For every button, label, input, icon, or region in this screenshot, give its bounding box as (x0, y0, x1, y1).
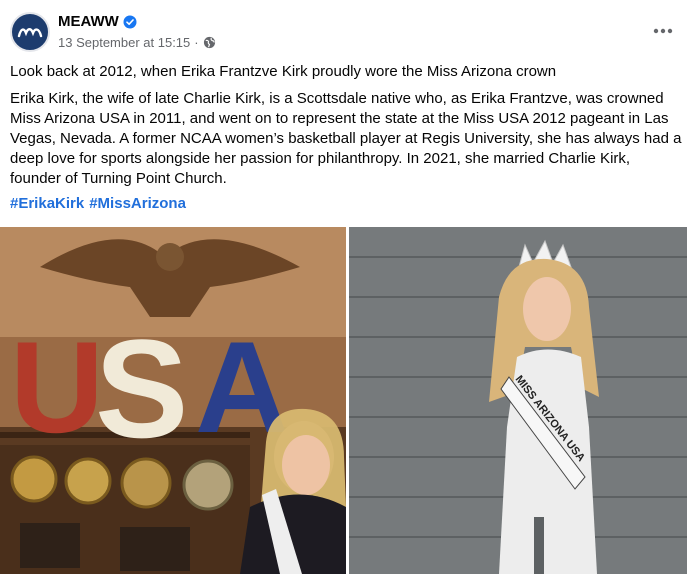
usa-letter-u: U (10, 314, 104, 460)
page-avatar[interactable] (10, 12, 50, 52)
hashtag-erika-kirk[interactable]: #ErikaKirk (10, 195, 84, 212)
photo-left[interactable]: U S A (0, 227, 346, 574)
meaww-logo-icon (17, 28, 43, 38)
globe-icon (203, 36, 215, 49)
post-headline: Look back at 2012, when Erika Frantzve K… (10, 63, 557, 80)
photo-right-illustration: MISS ARIZONA USA (349, 227, 687, 574)
post-header: MEAWW 13 September at 15:15 · (10, 11, 677, 55)
post-meta: 13 September at 15:15 · (58, 35, 216, 50)
hashtag-row: #ErikaKirk #MissArizona (10, 195, 186, 212)
meta-separator: · (194, 35, 199, 50)
post-body: Erika Kirk, the wife of late Charlie Kir… (10, 90, 682, 187)
hashtag-miss-arizona[interactable]: #MissArizona (89, 195, 186, 212)
page-name-row: MEAWW (58, 13, 137, 30)
post-timestamp[interactable]: 13 September at 15:15 (58, 35, 190, 50)
more-options-button[interactable] (649, 17, 677, 45)
photo-right[interactable]: MISS ARIZONA USA (349, 227, 687, 574)
more-options-icon (653, 28, 673, 34)
verified-badge-icon (123, 15, 137, 28)
usa-letter-s: S (95, 310, 188, 467)
photo-left-illustration: U S A (0, 227, 346, 574)
page-name[interactable]: MEAWW (58, 13, 119, 30)
